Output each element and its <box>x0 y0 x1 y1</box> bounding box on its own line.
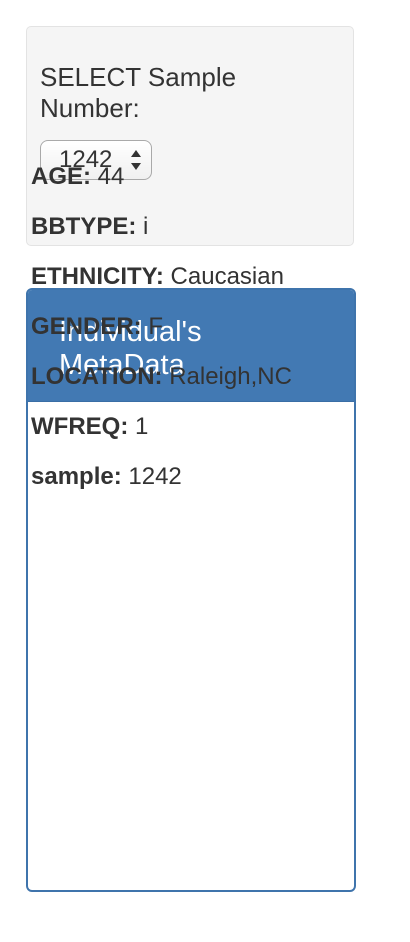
metadata-list: AGE: 44 BBTYPE: i ETHNICITY: Caucasian G… <box>31 162 301 512</box>
metadata-value: Raleigh,NC <box>162 363 292 390</box>
metadata-item-ethnicity: ETHNICITY: Caucasian <box>31 262 301 292</box>
metadata-item-gender: GENDER: F <box>31 312 301 342</box>
metadata-value: 44 <box>91 163 125 190</box>
metadata-key: LOCATION: <box>31 363 163 390</box>
metadata-key: AGE: <box>31 163 91 190</box>
metadata-key: WFREQ: <box>31 413 129 440</box>
metadata-key: BBTYPE: <box>31 213 137 240</box>
metadata-item-wfreq: WFREQ: 1 <box>31 412 301 442</box>
metadata-item-bbtype: BBTYPE: i <box>31 212 301 242</box>
metadata-item-location: LOCATION: Raleigh,NC <box>31 362 301 392</box>
metadata-key: GENDER: <box>31 313 142 340</box>
metadata-value: 1242 <box>121 463 182 490</box>
metadata-value: Caucasian <box>163 263 284 290</box>
metadata-item-age: AGE: 44 <box>31 162 301 192</box>
metadata-item-sample: sample: 1242 <box>31 462 301 492</box>
select-sample-label: SELECT Sample Number: <box>40 62 237 123</box>
metadata-value: F <box>141 313 163 340</box>
metadata-value: i <box>136 213 149 240</box>
metadata-key: sample: <box>31 463 122 490</box>
metadata-key: ETHNICITY: <box>31 263 164 290</box>
metadata-value: 1 <box>128 413 149 440</box>
